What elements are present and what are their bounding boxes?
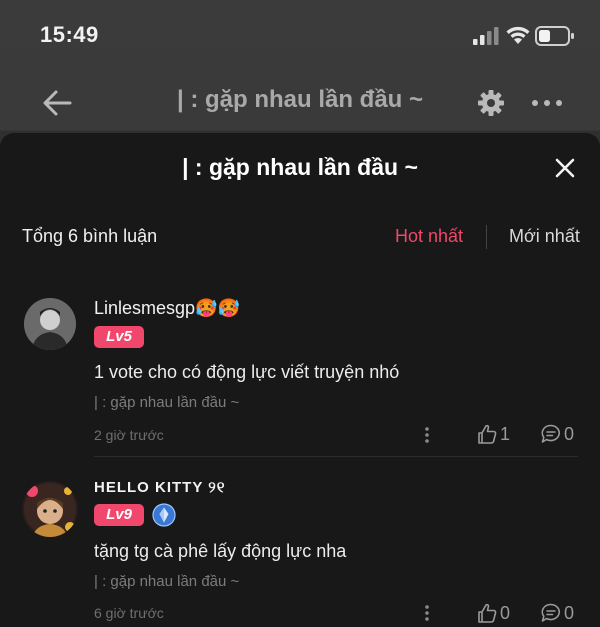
comments-filter-row: Tổng 6 bình luận Hot nhất Mới nhất [0, 221, 600, 257]
reply-button[interactable]: 0 [540, 423, 580, 447]
kebab-icon[interactable] [420, 603, 434, 623]
like-count: 0 [500, 603, 511, 623]
diamond-badge-icon [152, 503, 176, 527]
comment-bubble-icon [541, 603, 560, 622]
signal-icon [473, 27, 499, 45]
battery-icon [535, 26, 574, 46]
avatar[interactable] [24, 298, 76, 350]
like-count: 1 [500, 424, 511, 444]
sheet-title: | : gặp nhau lần đầu ~ [182, 154, 418, 180]
reply-button[interactable]: 0 [540, 602, 580, 626]
comment-bubble-icon [541, 424, 560, 443]
status-bar: 15:49 [0, 0, 600, 72]
avatar[interactable] [22, 481, 78, 537]
chapter-title: | : gặp nhau lần đầu ~ [176, 86, 424, 113]
comment-chapter-link[interactable]: | : gặp nhau lần đầu ~ [94, 573, 239, 590]
like-button[interactable]: 0 [476, 602, 516, 626]
comment-timestamp: 2 giờ trước [94, 427, 164, 443]
comment-timestamp: 6 giờ trước [94, 605, 164, 621]
comment-total: Tổng 6 bình luận [22, 226, 158, 246]
level-badge: Lv9 [94, 504, 144, 526]
thumbs-up-icon [478, 424, 497, 444]
level-badge: Lv5 [94, 326, 144, 348]
sort-newest-tab[interactable]: Mới nhất [509, 226, 580, 247]
comment-text: 1 vote cho có động lực viết truyện nhó [94, 362, 400, 382]
sort-hot-tab[interactable]: Hot nhất [395, 226, 463, 247]
wifi-icon [506, 26, 530, 44]
comment-divider [94, 456, 578, 457]
close-icon[interactable] [552, 155, 578, 181]
sheet-header: | : gặp nhau lần đầu ~ [0, 133, 600, 203]
top-nav-bar: | : gặp nhau lần đầu ~ [0, 72, 600, 132]
kebab-icon[interactable] [420, 425, 434, 445]
comments-sheet: | : gặp nhau lần đầu ~ Tổng 6 bình luận … [0, 133, 600, 627]
like-button[interactable]: 1 [476, 423, 516, 447]
comment-username[interactable]: Linlesmesgp🥵🥵 [94, 298, 240, 319]
comment-chapter-link[interactable]: | : gặp nhau lần đầu ~ [94, 394, 239, 411]
sort-divider [486, 225, 487, 249]
reply-count: 0 [564, 424, 575, 444]
more-dots-icon[interactable] [530, 92, 564, 114]
thumbs-up-icon [478, 603, 497, 623]
status-time: 15:49 [40, 22, 99, 47]
comment-item: Linlesmesgp🥵🥵 Lv5 1 vote cho có động lực… [0, 288, 600, 458]
comment-item: HELLO KITTY ୨୧ Lv9 tặng tg cà phê lấy độ… [0, 473, 600, 627]
reply-count: 0 [564, 603, 575, 623]
comment-username[interactable]: HELLO KITTY ୨୧ [94, 479, 226, 496]
gear-icon[interactable] [476, 88, 506, 118]
comment-text: tặng tg cà phê lấy động lực nha [94, 541, 347, 561]
